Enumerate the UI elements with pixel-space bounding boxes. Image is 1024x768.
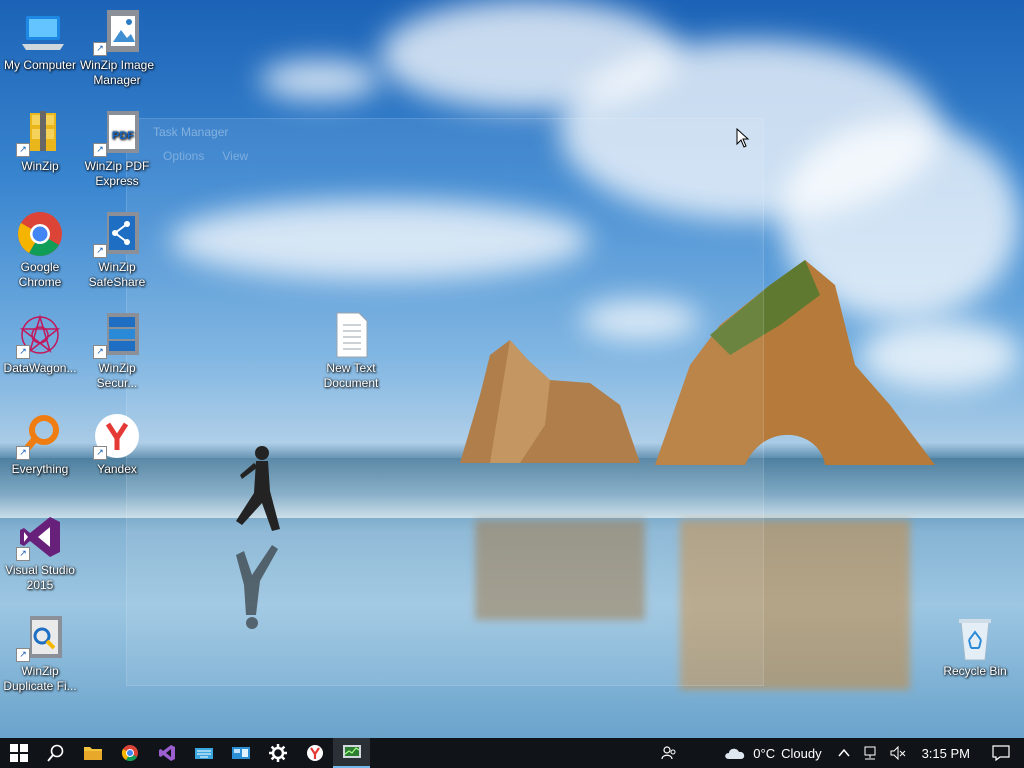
- winzip-image-manager-icon: ↗: [93, 8, 141, 56]
- winzip-icon: ↗: [16, 109, 64, 157]
- task-manager-ghost-window: Task Manager Options View: [126, 118, 764, 686]
- icon-label: WinZip PDF Express: [84, 159, 150, 188]
- desktop-icon-my-computer[interactable]: My Computer: [0, 8, 80, 73]
- desktop-icon-everything[interactable]: ↗ Everything: [0, 412, 80, 477]
- taskbar-file-explorer[interactable]: [74, 738, 111, 768]
- desktop-icon-recycle-bin[interactable]: Recycle Bin: [935, 614, 1015, 679]
- taskbar-yandex[interactable]: [296, 738, 333, 768]
- icon-label: Visual Studio 2015: [5, 563, 75, 592]
- chevron-up-icon[interactable]: [838, 748, 850, 758]
- visual-studio-icon: [158, 745, 175, 761]
- file-explorer-icon: [83, 747, 102, 760]
- weather-condition[interactable]: Cloudy: [781, 746, 821, 761]
- recycle-bin-icon: [951, 614, 999, 662]
- clock-time[interactable]: 3:15 PM: [922, 746, 970, 761]
- mouse-cursor-icon: [736, 128, 750, 148]
- desktop-icon-winzip-image-manager[interactable]: ↗ WinZip Image Manager: [77, 8, 157, 88]
- icon-label: WinZip Image Manager: [79, 58, 155, 87]
- keyboard-icon: [194, 748, 213, 759]
- desktop-icon-new-text-document[interactable]: New Text Document: [311, 311, 391, 391]
- icon-label: Yandex: [97, 462, 137, 476]
- ghost-window-menu: Options View: [163, 149, 248, 163]
- taskbar-control-panel[interactable]: [222, 738, 259, 768]
- desktop-icon-visual-studio[interactable]: ↗ Visual Studio 2015: [0, 513, 80, 593]
- action-center-icon[interactable]: [992, 745, 1010, 761]
- icon-label: My Computer: [3, 58, 77, 72]
- icon-label: WinZip Duplicate Fi...: [3, 664, 77, 693]
- desktop-icon-winzip-safeshare[interactable]: ↗ WinZip SafeShare: [77, 210, 157, 290]
- menu-options: Options: [163, 149, 205, 163]
- winzip-pdf-express-icon: PDF ↗: [93, 109, 141, 157]
- icon-label: WinZip Secur...: [96, 361, 138, 390]
- icon-label: WinZip SafeShare: [88, 260, 146, 289]
- search-icon: [46, 744, 63, 762]
- settings-icon: [268, 744, 287, 762]
- desktop-icon-winzip[interactable]: ↗ WinZip: [0, 109, 80, 174]
- icon-label: Google Chrome: [18, 260, 62, 289]
- taskbar: 0°C Cloudy 3:15 PM: [0, 738, 1024, 768]
- winzip-secure-icon: ↗: [93, 311, 141, 359]
- winzip-safeshare-icon: ↗: [93, 210, 141, 258]
- text-document-icon: [327, 311, 375, 359]
- visual-studio-icon: ↗: [16, 513, 64, 561]
- icon-label: New Text Document: [323, 361, 379, 390]
- start-icon: [9, 744, 28, 762]
- weather-temperature[interactable]: 0°C: [753, 746, 775, 761]
- system-tray: 0°C Cloudy 3:15 PM: [655, 738, 1024, 768]
- icon-label: Recycle Bin: [943, 664, 1007, 678]
- taskbar-task-manager[interactable]: [333, 738, 370, 768]
- desktop-icon-yandex[interactable]: ↗ Yandex: [77, 412, 157, 477]
- chrome-icon: [121, 745, 138, 762]
- search-button[interactable]: [37, 738, 74, 768]
- control-panel-icon: [231, 747, 250, 759]
- network-icon[interactable]: [862, 746, 878, 760]
- winzip-duplicate-finder-icon: ↗: [16, 614, 64, 662]
- datawagon-icon: ↗: [16, 311, 64, 359]
- desktop-icon-google-chrome[interactable]: Google Chrome: [0, 210, 80, 290]
- ghost-window-title: Task Manager: [153, 125, 229, 139]
- people-icon[interactable]: [661, 745, 677, 761]
- taskbar-visual-studio[interactable]: [148, 738, 185, 768]
- icon-label: DataWagon...: [3, 361, 77, 375]
- yandex-icon: [306, 745, 323, 761]
- computer-icon: [16, 8, 64, 56]
- taskbar-chrome[interactable]: [111, 738, 148, 768]
- start-button[interactable]: [0, 738, 37, 768]
- icon-label: Everything: [11, 462, 69, 476]
- taskbar-settings[interactable]: [259, 738, 296, 768]
- icon-label: WinZip: [21, 159, 59, 173]
- volume-muted-icon[interactable]: [890, 746, 906, 760]
- desktop-icon-winzip-pdf-express[interactable]: PDF ↗ WinZip PDF Express: [77, 109, 157, 189]
- weather-cloudy-icon[interactable]: [723, 745, 747, 761]
- menu-view: View: [222, 149, 249, 163]
- desktop-icon-winzip-secure[interactable]: ↗ WinZip Secur...: [77, 311, 157, 391]
- chrome-icon: [16, 210, 64, 258]
- yandex-icon: ↗: [93, 412, 141, 460]
- desktop-icon-winzip-duplicate-finder[interactable]: ↗ WinZip Duplicate Fi...: [0, 614, 80, 694]
- everything-search-icon: ↗: [16, 412, 64, 460]
- task-manager-icon: [342, 745, 361, 758]
- taskbar-on-screen-keyboard[interactable]: [185, 738, 222, 768]
- svg-text:PDF: PDF: [112, 130, 134, 142]
- desktop-icon-datawagon[interactable]: ↗ DataWagon...: [0, 311, 80, 376]
